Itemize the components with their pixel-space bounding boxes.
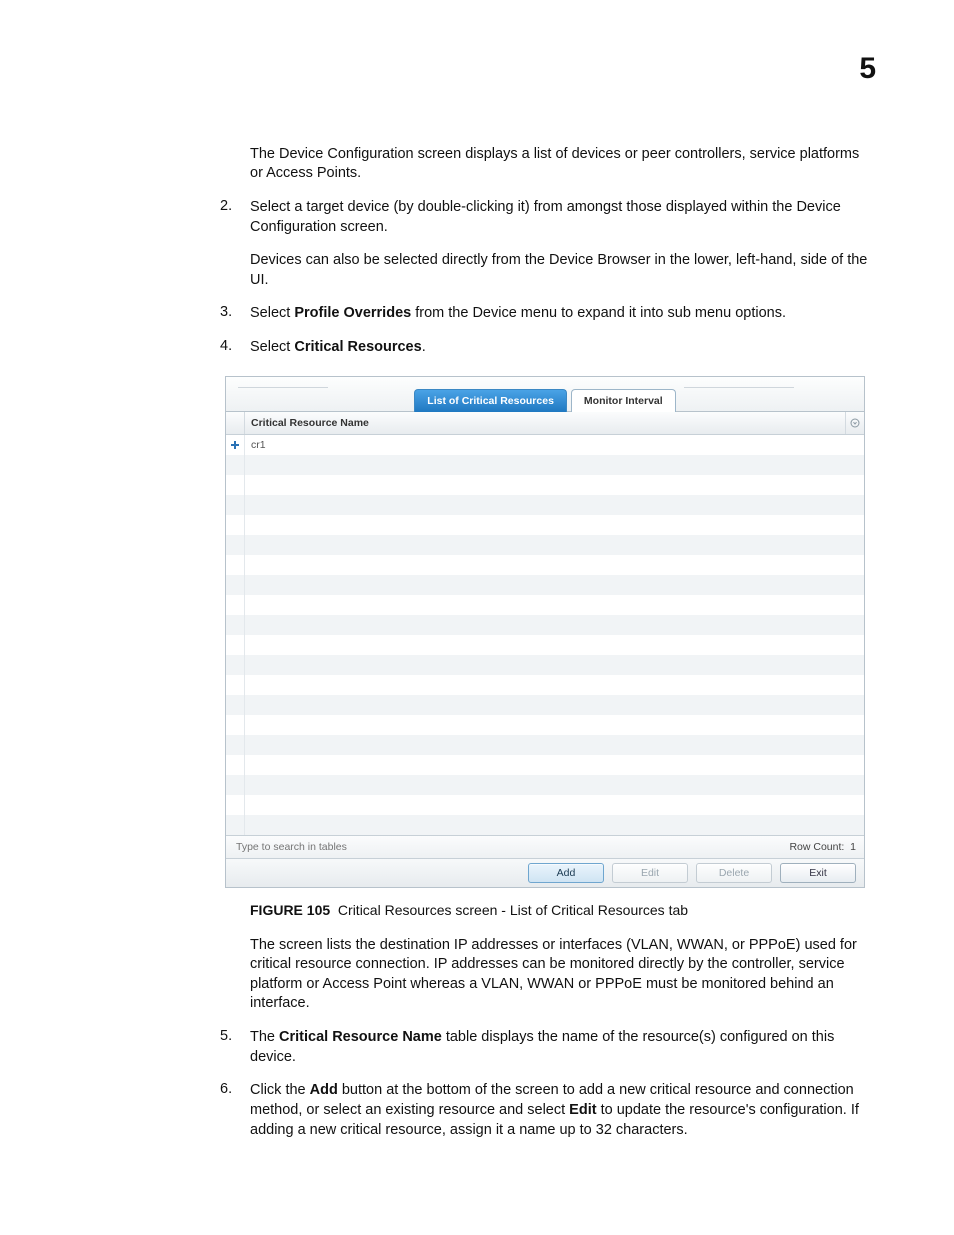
decorative-rule	[238, 387, 328, 388]
table-row-empty	[226, 595, 864, 615]
intro-paragraph: The Device Configuration screen displays…	[250, 145, 874, 184]
table-row-empty	[226, 575, 864, 595]
list-number: 6.	[220, 1081, 250, 1140]
row-edit-icon[interactable]	[226, 435, 245, 455]
delete-button[interactable]: Delete	[696, 863, 772, 883]
step-4: 4. Select Critical Resources.	[220, 338, 874, 358]
cell-resource-name: cr1	[245, 435, 864, 455]
step-4-post: .	[422, 339, 426, 355]
table-row-empty	[226, 735, 864, 755]
add-button[interactable]: Add	[528, 863, 604, 883]
row-count-value: 1	[850, 841, 856, 853]
critical-resources-panel: List of Critical Resources Monitor Inter…	[225, 376, 865, 888]
figure-caption-text: Critical Resources screen - List of Crit…	[338, 902, 688, 918]
step-3-pre: Select	[250, 305, 294, 321]
step-6-bold2: Edit	[569, 1102, 596, 1118]
list-number: 2.	[220, 198, 250, 290]
table-row-empty	[226, 695, 864, 715]
table-row-empty	[226, 775, 864, 795]
step-2: 2. Select a target device (by double-cli…	[220, 198, 874, 290]
step-3-post: from the Device menu to expand it into s…	[411, 305, 786, 321]
step-4-bold: Critical Resources	[294, 339, 421, 355]
table-search-input[interactable]	[234, 840, 488, 854]
after-figure-paragraph: The screen lists the destination IP addr…	[250, 936, 874, 1014]
step-6-pre: Click the	[250, 1082, 310, 1098]
table-row-empty	[226, 475, 864, 495]
column-header-name[interactable]: Critical Resource Name	[245, 412, 845, 434]
decorative-rule	[684, 387, 794, 388]
table-row-empty	[226, 675, 864, 695]
list-number: 3.	[220, 304, 250, 324]
exit-button[interactable]: Exit	[780, 863, 856, 883]
column-menu-icon[interactable]	[845, 412, 864, 434]
step-3-bold: Profile Overrides	[294, 305, 411, 321]
page: 5 The Device Configuration screen displa…	[0, 0, 954, 1235]
step-2b-text: Devices can also be selected directly fr…	[250, 251, 874, 290]
table-row-empty	[226, 495, 864, 515]
table-row-empty	[226, 555, 864, 575]
table-row-empty	[226, 455, 864, 475]
step-2-text: Select a target device (by double-clicki…	[250, 199, 841, 235]
step-5-bold: Critical Resource Name	[279, 1029, 442, 1045]
table-row-empty	[226, 515, 864, 535]
table-row-empty	[226, 755, 864, 775]
table-body: cr1	[226, 435, 864, 835]
figure-panel: List of Critical Resources Monitor Inter…	[225, 376, 865, 888]
table-header: Critical Resource Name	[226, 412, 864, 435]
step-5-pre: The	[250, 1029, 279, 1045]
table-row-empty	[226, 655, 864, 675]
tabs-row: List of Critical Resources Monitor Inter…	[226, 377, 864, 412]
figure-label: FIGURE 105	[250, 902, 330, 918]
row-count-label: Row Count:	[789, 841, 844, 853]
button-bar: Add Edit Delete Exit	[226, 858, 864, 887]
step-6: 6. Click the Add button at the bottom of…	[220, 1081, 874, 1140]
list-number: 4.	[220, 338, 250, 358]
table-row-empty	[226, 635, 864, 655]
list-number: 5.	[220, 1028, 250, 1067]
row-marker-column	[226, 412, 245, 434]
tab-list-of-critical-resources[interactable]: List of Critical Resources	[414, 389, 567, 412]
table-row-empty	[226, 615, 864, 635]
table-row-empty	[226, 535, 864, 555]
tab-monitor-interval[interactable]: Monitor Interval	[571, 389, 676, 412]
step-5: 5. The Critical Resource Name table disp…	[220, 1028, 874, 1067]
figure-caption: FIGURE 105 Critical Resources screen - L…	[250, 902, 874, 918]
table-footer-status: Row Count: 1	[226, 835, 864, 858]
table-row-empty	[226, 715, 864, 735]
edit-button[interactable]: Edit	[612, 863, 688, 883]
page-number: 5	[859, 52, 876, 86]
step-3: 3. Select Profile Overrides from the Dev…	[220, 304, 874, 324]
table-row-empty	[226, 815, 864, 835]
table-row[interactable]: cr1	[226, 435, 864, 455]
table-row-empty	[226, 795, 864, 815]
step-6-bold1: Add	[310, 1082, 338, 1098]
step-4-pre: Select	[250, 339, 294, 355]
